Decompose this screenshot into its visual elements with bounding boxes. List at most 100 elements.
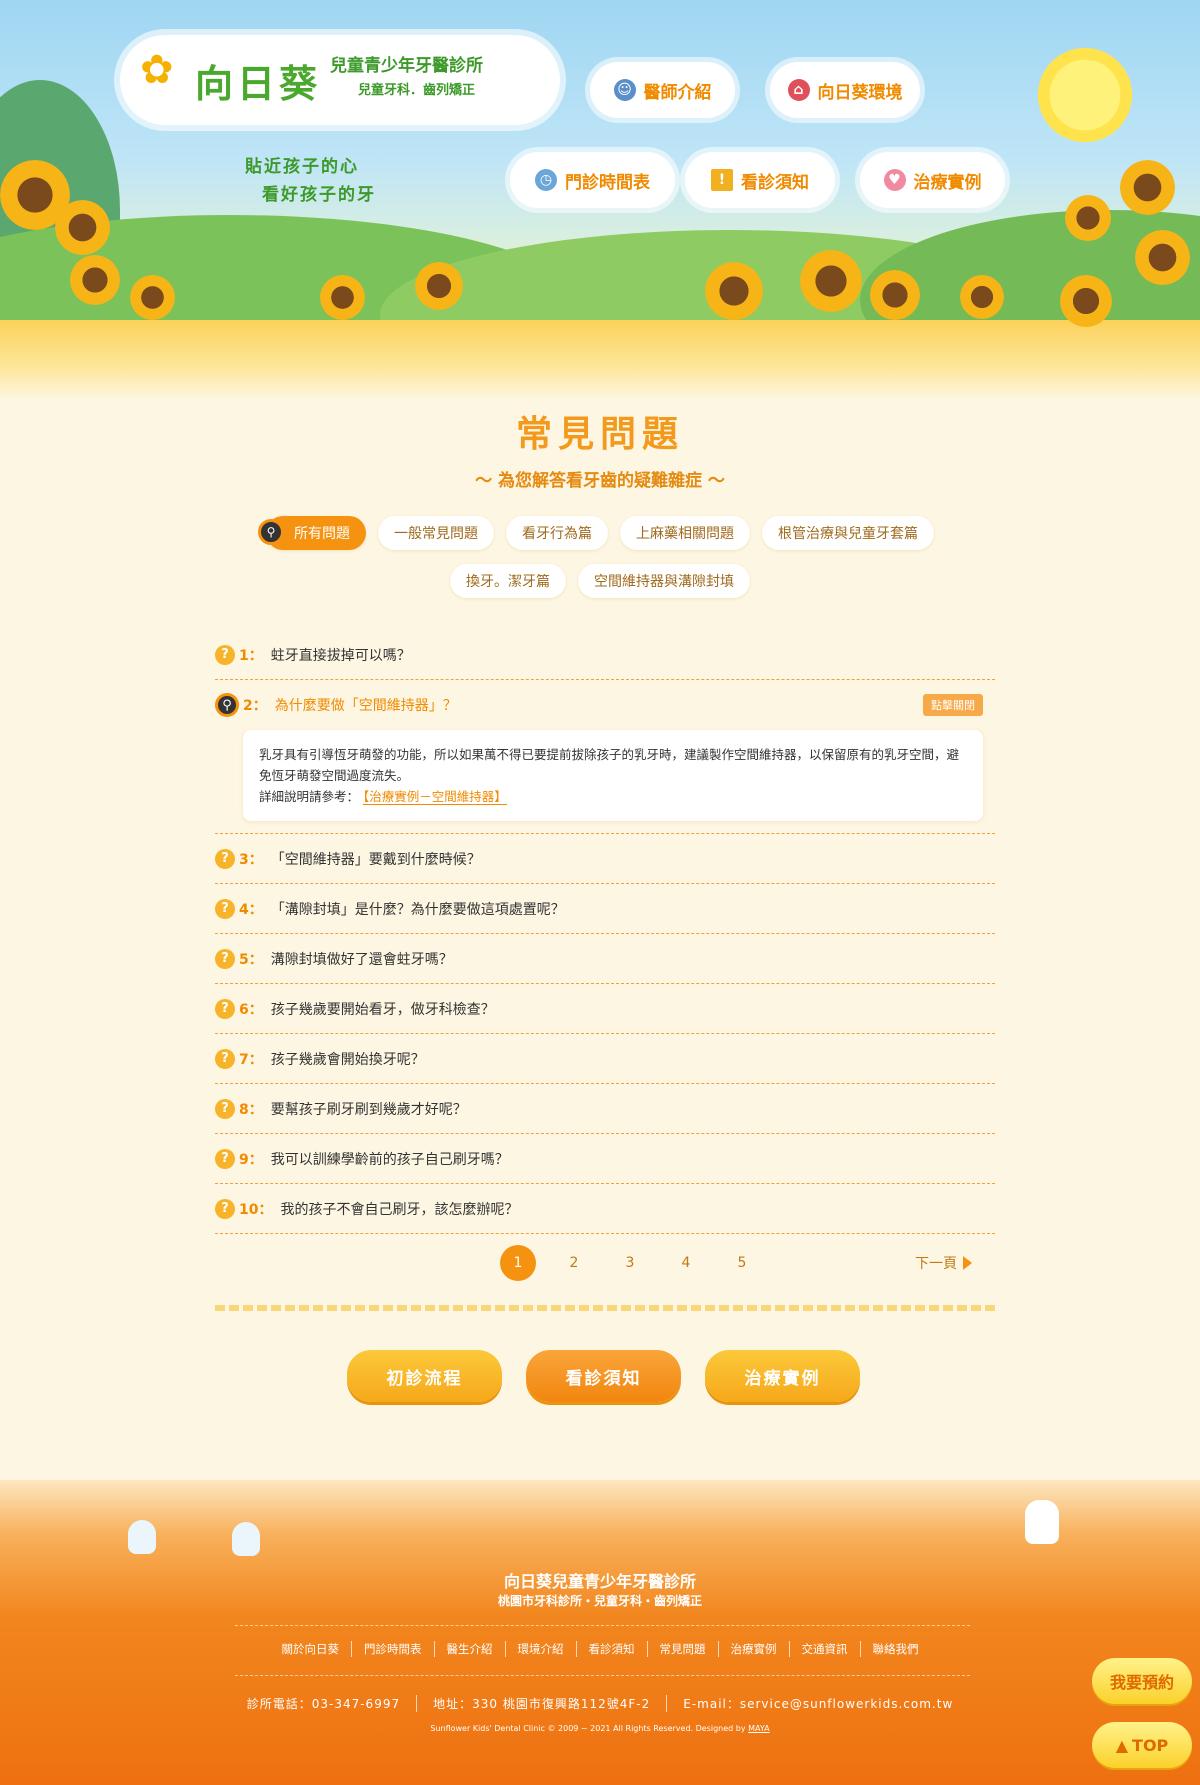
faq-item[interactable]: ? 3： 「空間維持器」要戴到什麼時候？ xyxy=(215,834,995,884)
category-tabs-row2: 換牙。潔牙篇 空間維持器與溝隙封填 xyxy=(0,564,1200,598)
footer-link[interactable]: 交通資訊 xyxy=(790,1641,861,1657)
faq-number: 4： xyxy=(239,901,263,918)
footer-link[interactable]: 看診須知 xyxy=(577,1641,648,1657)
tooth-character-illustration xyxy=(128,1520,156,1554)
faq-number: 7： xyxy=(239,1051,263,1068)
tab-label: 所有問題 xyxy=(294,526,350,542)
page-link[interactable]: 1 xyxy=(500,1245,536,1281)
logo-tagline: 兒童牙科．齒列矯正 xyxy=(358,83,476,98)
answer-text: 乳牙具有引導恆牙萌發的功能，所以如果萬不得已要提前拔除孩子的乳牙時，建議製作空間… xyxy=(259,747,960,783)
next-page-label: 下一頁 xyxy=(915,1256,957,1272)
sunflower-illustration xyxy=(320,275,365,320)
nav-label: 門診時間表 xyxy=(565,172,650,193)
footer-link[interactable]: 門診時間表 xyxy=(352,1641,435,1657)
footer-address: 地址：330 桃園市復興路112號4F-2 xyxy=(417,1695,668,1712)
sunflower-illustration xyxy=(1135,230,1190,285)
doctor-icon: ☺ xyxy=(613,79,636,101)
first-visit-button[interactable]: 初診流程 xyxy=(347,1350,502,1402)
faq-item[interactable]: ? 1： 蛀牙直接拔掉可以嗎？ xyxy=(215,630,995,680)
tab-label: 換牙。潔牙篇 xyxy=(466,574,550,590)
faq-item[interactable]: ? 7： 孩子幾歲會開始換牙呢？ xyxy=(215,1034,995,1084)
logo[interactable]: ✿ 向日葵 兒童青少年牙醫診所 兒童牙科．齒列矯正 xyxy=(120,35,560,125)
tab-all[interactable]: ⚲ 所有問題 xyxy=(258,516,366,550)
faq-item[interactable]: ? 6： 孩子幾歲要開始看牙，做牙科檢查？ xyxy=(215,984,995,1034)
nav-label: 醫師介紹 xyxy=(643,82,712,103)
footer-link[interactable]: 環境介紹 xyxy=(506,1641,577,1657)
tab-label: 一般常見問題 xyxy=(394,526,478,542)
faq-number: 5： xyxy=(239,951,263,968)
faq-answer: 乳牙具有引導恆牙萌發的功能，所以如果萬不得已要提前拔除孩子的乳牙時，建議製作空間… xyxy=(243,730,983,821)
faq-number: 8： xyxy=(239,1101,263,1118)
logo-title: 向日葵 xyxy=(195,62,322,106)
question-icon: ? xyxy=(215,644,235,665)
faq-question: 「空間維持器」要戴到什麼時候？ xyxy=(270,851,481,868)
visit-notice-button[interactable]: 看診須知 xyxy=(526,1350,681,1402)
tab-anesthesia[interactable]: 上麻藥相關問題 xyxy=(620,516,750,550)
nav-notice[interactable]: ! 看診須知 xyxy=(685,152,835,208)
page-subtitle: ～ 為您解答看牙齒的疑難雜症 ～ xyxy=(475,471,725,491)
footer-link[interactable]: 聯絡我們 xyxy=(861,1641,931,1657)
magnifier-icon: ⚲ xyxy=(215,693,239,717)
footer-clinic-tagline: 桃園市牙科診所・兒童牙科・齒列矯正 xyxy=(497,1594,702,1608)
treatment-cases-button[interactable]: 治療實例 xyxy=(705,1350,860,1402)
arrow-right-icon xyxy=(963,1256,972,1270)
faq-question: 我的孩子不會自己刷牙，該怎麼辦呢？ xyxy=(280,1201,519,1218)
tooth-icon: ♥ xyxy=(883,169,906,191)
footer: 向日葵兒童青少年牙醫診所 桃園市牙科診所・兒童牙科・齒列矯正 關於向日葵 門診時… xyxy=(0,1480,1200,1785)
tooth-character-illustration xyxy=(232,1522,260,1556)
faq-item[interactable]: ? 8： 要幫孩子刷牙刷到幾歲才好呢？ xyxy=(215,1084,995,1134)
footer-contact: 診所電話：03-347-6997 地址：330 桃園市復興路112號4F-2 E… xyxy=(0,1695,1200,1712)
nav-doctors[interactable]: ☺ 醫師介紹 xyxy=(590,62,735,118)
tab-general[interactable]: 一般常見問題 xyxy=(378,516,494,550)
footer-divider xyxy=(235,1675,970,1676)
faq-question: 孩子幾歲要開始看牙，做牙科檢查？ xyxy=(270,1001,495,1018)
reserve-button[interactable]: 我要預約 xyxy=(1092,1658,1192,1704)
footer-email[interactable]: E-mail：service@sunflowerkids.com.tw xyxy=(667,1695,969,1712)
back-to-top-button[interactable]: ▲ TOP xyxy=(1092,1722,1192,1768)
top-label: TOP xyxy=(1132,1735,1169,1755)
footer-link[interactable]: 治療實例 xyxy=(719,1641,790,1657)
faq-item[interactable]: ? 9： 我可以訓練學齡前的孩子自己刷牙嗎？ xyxy=(215,1134,995,1184)
copyright-text: Sunflower Kids' Dental Clinic © 2009 ~ 2… xyxy=(430,1724,746,1733)
warning-icon: ! xyxy=(711,169,733,191)
footer-link[interactable]: 醫生介紹 xyxy=(435,1641,506,1657)
tab-tooth-change[interactable]: 換牙。潔牙篇 xyxy=(450,564,566,598)
nav-cases[interactable]: ♥ 治療實例 xyxy=(860,152,1005,208)
question-icon: ? xyxy=(215,1148,235,1169)
close-answer-button[interactable]: 點擊關閉 xyxy=(923,694,983,716)
faq-item[interactable]: ? 5： 溝隙封填做好了還會蛀牙嗎？ xyxy=(215,934,995,984)
answer-ref-link[interactable]: 【治療實例－空間維持器】 xyxy=(363,789,507,805)
footer-clinic-name: 向日葵兒童青少年牙醫診所 xyxy=(503,1572,696,1591)
slogan-line2: 看好孩子的牙 xyxy=(262,185,376,205)
dentist-character-illustration xyxy=(1025,1500,1059,1544)
nav-environment[interactable]: ⌂ 向日葵環境 xyxy=(770,62,920,118)
tab-root-canal[interactable]: 根管治療與兒童牙套篇 xyxy=(762,516,934,550)
designer-link[interactable]: MAYA xyxy=(748,1724,770,1733)
faq-item-open[interactable]: ⚲ 2： 為什麼要做「空間維持器」？ 點擊關閉 乳牙具有引導恆牙萌發的功能，所以如果… xyxy=(215,680,995,834)
question-icon: ? xyxy=(215,1198,235,1219)
arrow-up-icon: ▲ xyxy=(1115,1735,1129,1755)
sunflower-illustration xyxy=(1065,195,1111,241)
sunflower-logo-icon: ✿ xyxy=(140,47,174,93)
footer-link[interactable]: 常見問題 xyxy=(648,1641,719,1657)
faq-item[interactable]: ? 10： 我的孩子不會自己刷牙，該怎麼辦呢？ xyxy=(215,1184,995,1234)
page-link[interactable]: 2 xyxy=(556,1245,592,1281)
nav-schedule[interactable]: ◷ 門診時間表 xyxy=(510,152,675,208)
sunflower-illustration xyxy=(1120,160,1175,215)
footer-links: 關於向日葵 門診時間表 醫生介紹 環境介紹 看診須知 常見問題 治療實例 交通資… xyxy=(0,1641,1200,1657)
next-page-link[interactable]: 下一頁 xyxy=(915,1253,972,1273)
question-icon: ? xyxy=(215,1098,235,1119)
page-link[interactable]: 5 xyxy=(724,1245,760,1281)
sunflower-field xyxy=(0,320,1200,400)
question-icon: ? xyxy=(215,848,235,869)
sunflower-illustration xyxy=(800,250,862,312)
sunflower-illustration xyxy=(705,262,763,320)
faq-item[interactable]: ? 4： 「溝隙封填」是什麼？為什麼要做這項處置呢？ xyxy=(215,884,995,934)
page-link[interactable]: 4 xyxy=(668,1245,704,1281)
tab-behavior[interactable]: 看牙行為篇 xyxy=(506,516,608,550)
tab-label: 看牙行為篇 xyxy=(522,526,592,542)
page-link[interactable]: 3 xyxy=(612,1245,648,1281)
footer-link[interactable]: 關於向日葵 xyxy=(270,1641,352,1657)
question-icon: ? xyxy=(215,948,235,969)
tab-space-maintainer[interactable]: 空間維持器與溝隙封填 xyxy=(578,564,750,598)
